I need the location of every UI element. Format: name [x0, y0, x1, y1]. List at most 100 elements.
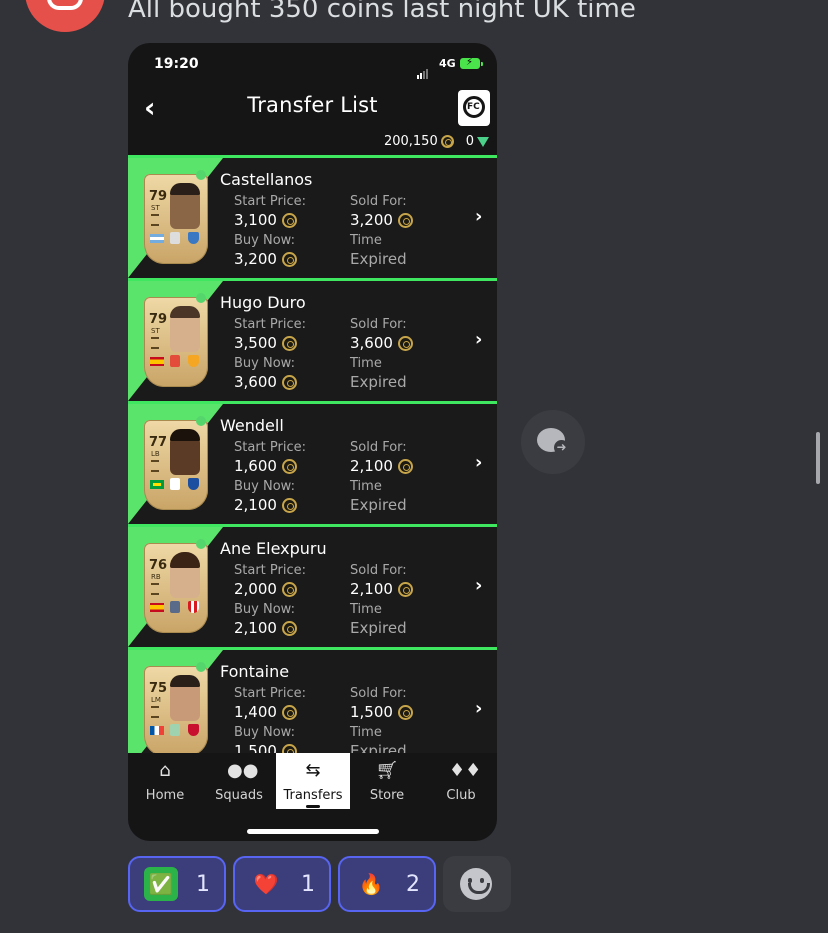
chem-style-icon — [151, 706, 159, 718]
buy-now-amount: 1,500 — [234, 742, 277, 753]
start-price-label: Start Price: — [234, 317, 306, 332]
chem-style-icon — [151, 214, 159, 226]
buy-now-value: 2,100 — [234, 496, 297, 514]
start-price-amount: 2,000 — [234, 580, 277, 598]
coin-icon — [397, 704, 413, 720]
league-badge-icon — [170, 355, 180, 367]
buy-now-label: Buy Now: — [234, 233, 295, 248]
player-portrait — [170, 183, 200, 229]
tab-store[interactable]: 🛒︎ Store — [350, 753, 424, 809]
time-label: Time — [350, 602, 382, 617]
tab-home[interactable]: ⌂ Home — [128, 753, 202, 809]
time-value: Expired — [350, 250, 407, 268]
start-price-amount: 1,600 — [234, 457, 277, 475]
transfer-item[interactable]: 79 ST Hugo Duro Start Price: 3,500 Buy N… — [128, 278, 497, 401]
tab-label: Club — [446, 788, 476, 803]
chem-style-icon — [151, 337, 159, 349]
chevron-right-icon[interactable]: › — [475, 575, 482, 596]
reaction-heart[interactable]: ❤️ 1 — [233, 856, 331, 912]
nation-flag-icon — [150, 357, 164, 366]
transfer-list[interactable]: 79 ST Castellanos Start Price: 3,100 Buy… — [128, 155, 497, 753]
bottom-tab-bar: ⌂ Home ●● Squads ⇆ Transfers 🛒︎ Store ♦♦… — [128, 753, 497, 811]
card-rating: 77 — [149, 435, 168, 450]
chat-scrollbar[interactable] — [816, 432, 820, 484]
tab-transfers[interactable]: ⇆ Transfers — [276, 753, 350, 809]
card-rating: 76 — [149, 558, 168, 573]
check-mark-emoji-icon: ✅ — [144, 867, 178, 901]
league-badge-icon — [170, 478, 180, 490]
check-icon — [196, 662, 206, 672]
coin-icon — [281, 374, 297, 390]
network-label: 4G — [439, 57, 456, 70]
chevron-right-icon[interactable]: › — [475, 452, 482, 473]
add-reaction-button[interactable] — [443, 856, 511, 912]
sold-for-amount: 1,500 — [350, 703, 393, 721]
tab-squads[interactable]: ●● Squads — [202, 753, 276, 809]
reaction-count: 1 — [196, 871, 210, 897]
league-badge-icon — [170, 724, 180, 736]
buy-now-label: Buy Now: — [234, 602, 295, 617]
sold-for-amount: 2,100 — [350, 580, 393, 598]
transfer-item[interactable]: 76 RB Ane Elexpuru Start Price: 2,000 Bu… — [128, 524, 497, 647]
club-badge-icon — [188, 232, 199, 244]
time-label: Time — [350, 233, 382, 248]
sold-for-label: Sold For: — [350, 317, 407, 332]
club-badge-icon — [188, 478, 199, 490]
chevron-right-icon[interactable]: › — [475, 329, 482, 350]
tab-label: Store — [369, 788, 405, 803]
start-price-amount: 3,500 — [234, 334, 277, 352]
transfers-icon: ⇆ — [305, 760, 321, 781]
user-avatar[interactable] — [25, 0, 105, 32]
club-icon: ♦♦ — [449, 760, 482, 781]
start-price-label: Start Price: — [234, 686, 306, 701]
nation-flag-icon — [150, 480, 164, 489]
buy-now-value: 2,100 — [234, 619, 297, 637]
buy-now-amount: 2,100 — [234, 619, 277, 637]
transfer-item[interactable]: 79 ST Castellanos Start Price: 3,100 Buy… — [128, 155, 497, 278]
start-price-value: 2,000 — [234, 580, 297, 598]
buy-now-label: Buy Now: — [234, 479, 295, 494]
transfer-item[interactable]: 75 LM Fontaine Start Price: 1,400 Buy No… — [128, 647, 497, 753]
active-tab-indicator — [306, 805, 320, 808]
buy-now-value: 3,600 — [234, 373, 297, 391]
sold-for-value: 3,200 — [350, 211, 413, 229]
phone-screenshot[interactable]: 19:20 4G ⚡ ‹ Transfer List FC 200,150 0 … — [128, 43, 497, 841]
reaction-fire[interactable]: 🔥 2 — [338, 856, 436, 912]
sold-for-label: Sold For: — [350, 440, 407, 455]
sold-for-amount: 2,100 — [350, 457, 393, 475]
buy-now-label: Buy Now: — [234, 356, 295, 371]
start-price-value: 1,600 — [234, 457, 297, 475]
check-icon — [196, 293, 206, 303]
check-icon — [196, 539, 206, 549]
tab-club[interactable]: ♦♦ Club — [424, 753, 497, 809]
chevron-right-icon[interactable]: › — [475, 698, 482, 719]
league-badge-icon — [170, 601, 180, 613]
sold-for-value: 3,600 — [350, 334, 413, 352]
player-name: Hugo Duro — [220, 293, 306, 312]
reaction-count: 1 — [301, 871, 315, 897]
card-position: RB — [151, 573, 161, 581]
start-price-label: Start Price: — [234, 440, 306, 455]
buy-now-amount: 3,600 — [234, 373, 277, 391]
avatar-glyph-icon — [47, 0, 83, 10]
buy-now-value: 3,200 — [234, 250, 297, 268]
sold-for-amount: 3,200 — [350, 211, 393, 229]
buy-now-label: Buy Now: — [234, 725, 295, 740]
chevron-right-icon[interactable]: › — [475, 206, 482, 227]
forward-arrow-icon: ➜ — [554, 440, 569, 455]
check-icon — [196, 416, 206, 426]
coin-icon — [281, 704, 297, 720]
coin-icon — [281, 251, 297, 267]
time-value: Expired — [350, 742, 407, 753]
coin-icon — [397, 581, 413, 597]
transfer-item[interactable]: 77 LB Wendell Start Price: 1,600 Buy Now… — [128, 401, 497, 524]
status-time: 19:20 — [154, 56, 199, 72]
league-badge-icon — [170, 232, 180, 244]
reaction-check[interactable]: ✅ 1 — [128, 856, 226, 912]
fc-points-icon — [477, 136, 489, 147]
message-text: All bought 350 coins last night UK time — [128, 0, 636, 24]
coin-icon — [397, 335, 413, 351]
forward-message-button[interactable]: ➜ — [521, 410, 585, 474]
tab-label: Home — [145, 788, 185, 803]
reaction-count: 2 — [406, 871, 420, 897]
